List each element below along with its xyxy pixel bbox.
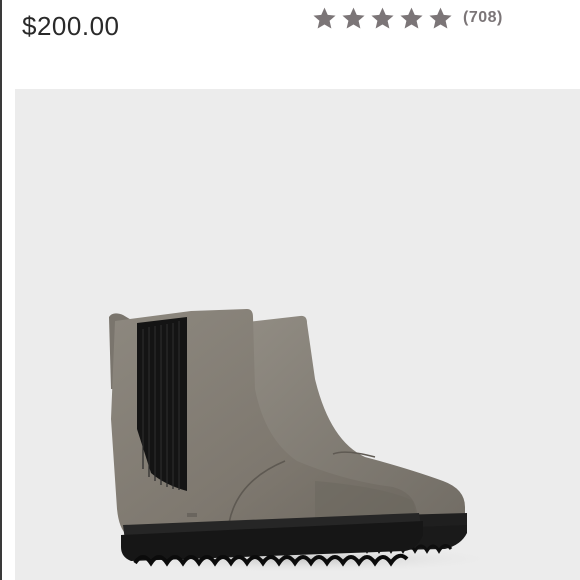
review-count[interactable]: (708) <box>463 9 503 27</box>
rating-summary[interactable]: (708) <box>312 4 503 32</box>
star-icon <box>342 7 365 28</box>
star-icon <box>429 7 452 28</box>
boot-illustration <box>105 309 505 573</box>
star-icon <box>371 7 394 28</box>
star-icon <box>400 7 423 28</box>
product-page: $200.00 (708) <box>0 0 580 580</box>
product-image[interactable] <box>15 89 580 580</box>
product-price: $200.00 <box>22 11 120 41</box>
left-border <box>0 0 2 580</box>
star-icon <box>313 7 336 28</box>
